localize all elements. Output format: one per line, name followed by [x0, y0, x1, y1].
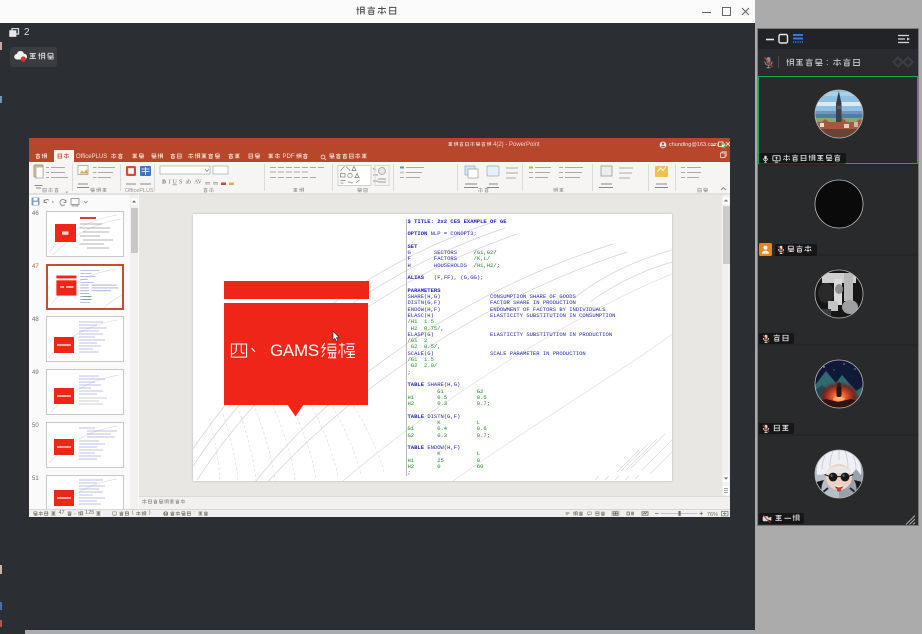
svg-text:B: B [162, 180, 166, 186]
svg-text:U: U [173, 180, 178, 186]
svg-text:S: S [179, 180, 182, 186]
svg-text:ab: ab [186, 180, 192, 186]
svg-text:OfficePLUS: OfficePLUS [125, 188, 154, 194]
svg-text:76%: 76% [707, 512, 718, 517]
svg-text:AV: AV [194, 180, 203, 186]
